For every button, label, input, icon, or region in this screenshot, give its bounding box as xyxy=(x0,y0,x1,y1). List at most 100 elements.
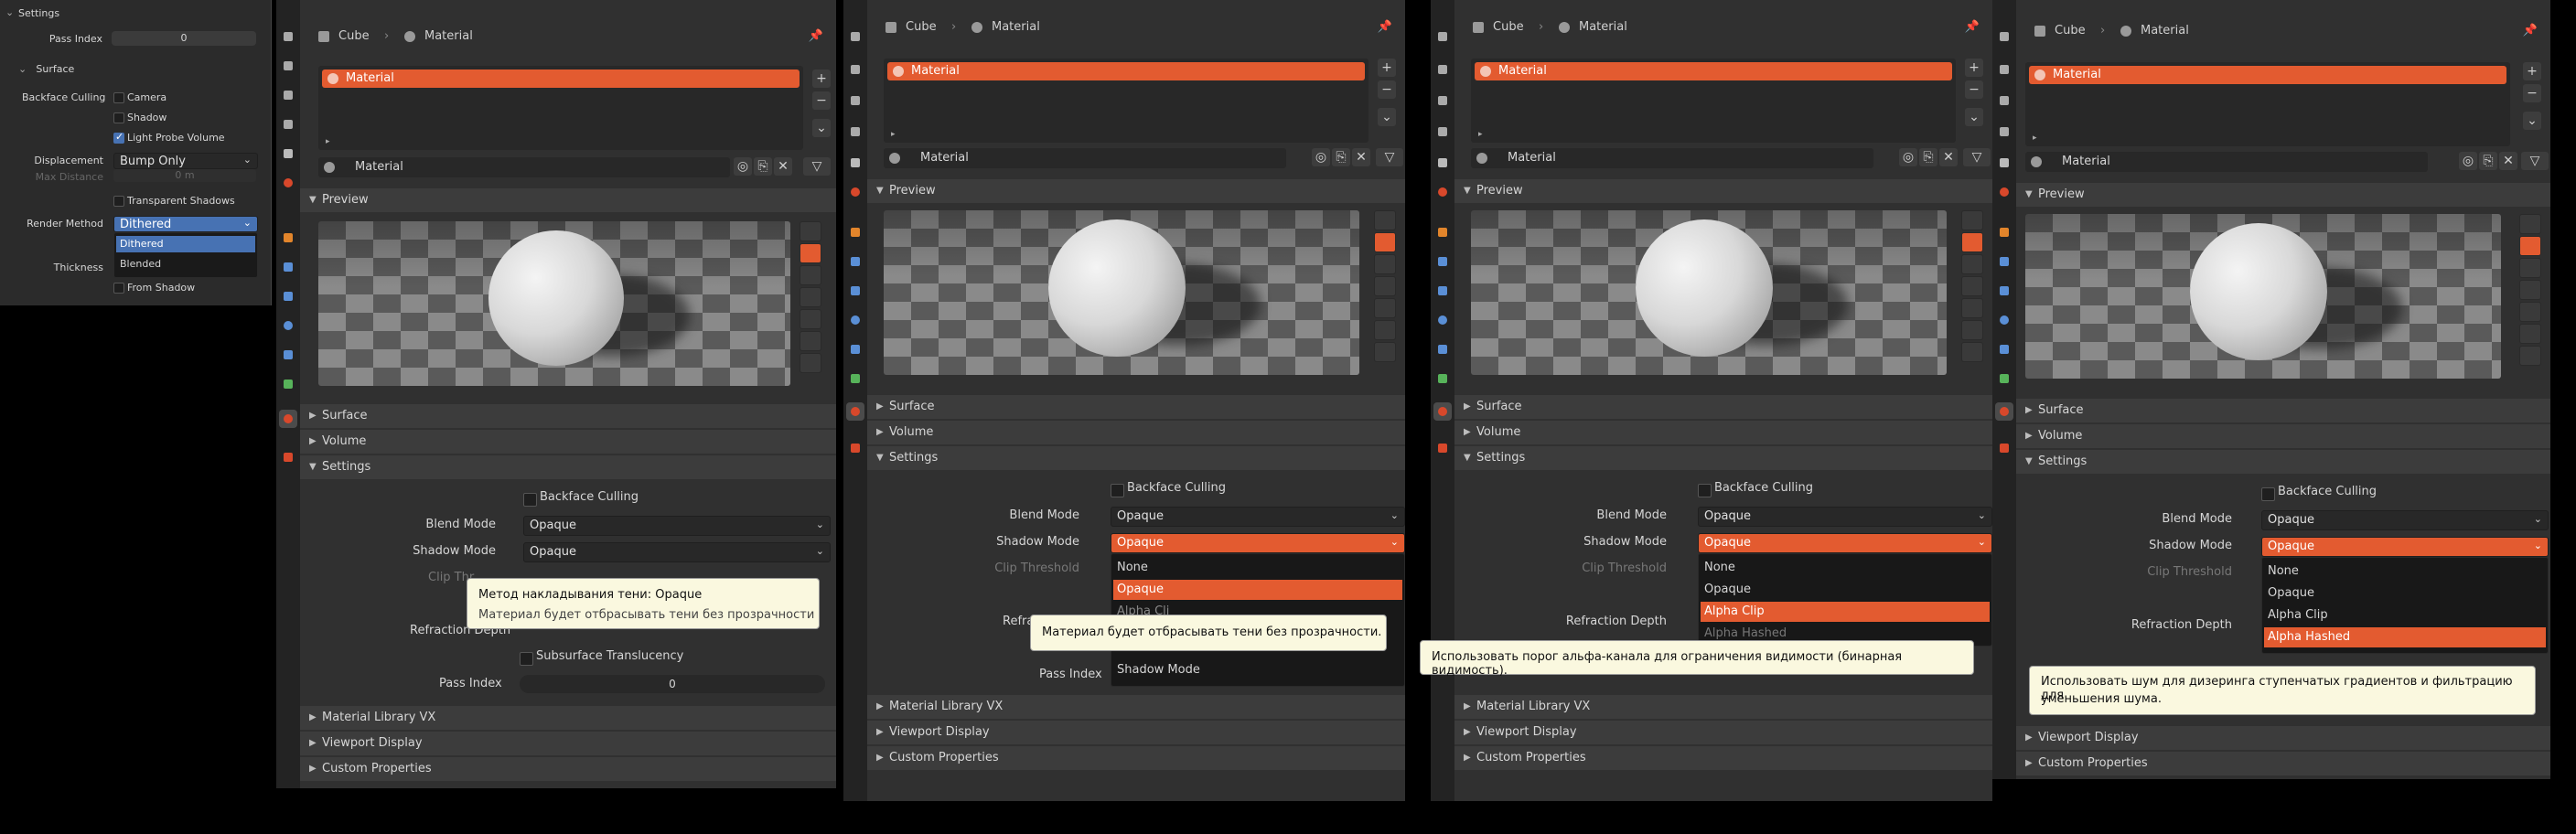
expand-arrow-icon[interactable]: ▸ xyxy=(326,137,330,146)
light-probe-checkbox[interactable] xyxy=(113,131,124,144)
pin-icon[interactable]: 📌 xyxy=(2523,24,2538,37)
settings-header[interactable]: ⌄ Settings xyxy=(0,5,271,23)
material-selector[interactable]: Material xyxy=(1471,148,1873,168)
unlink-button[interactable]: ✕ xyxy=(1352,148,1370,166)
data-tab-icon[interactable] xyxy=(279,375,297,393)
settings-header[interactable]: ▼ Settings xyxy=(2016,450,2550,474)
pin-icon[interactable]: 📌 xyxy=(1965,20,1980,34)
material-library-header[interactable]: ▶ Material Library VX xyxy=(867,695,1405,719)
constraints-tab-icon[interactable] xyxy=(1433,340,1452,358)
custom-properties-header[interactable]: ▶ Custom Properties xyxy=(300,757,836,781)
menu-item-none[interactable]: None xyxy=(1113,558,1402,578)
view-layer-tab-icon[interactable] xyxy=(846,123,864,141)
remove-slot-button[interactable]: − xyxy=(1378,80,1396,99)
material-tab-icon[interactable] xyxy=(1433,402,1452,421)
expand-arrow-icon[interactable]: ▸ xyxy=(2033,134,2037,143)
material-browse-icon[interactable] xyxy=(2031,156,2042,167)
data-tab-icon[interactable] xyxy=(1433,369,1452,388)
output-tab-icon[interactable] xyxy=(846,91,864,110)
material-tab-icon[interactable] xyxy=(279,410,297,428)
displacement-dropdown[interactable]: Bump Only ⌄ xyxy=(113,153,258,169)
material-slot-list[interactable]: Material ▸ xyxy=(1471,59,1956,143)
fluid-preview-icon[interactable] xyxy=(2519,346,2541,366)
filter-button[interactable]: ▽ xyxy=(803,157,831,176)
menu-item-opaque[interactable]: Opaque xyxy=(1701,580,1990,600)
monkey-preview-icon[interactable] xyxy=(1961,298,1983,318)
material-slot-list[interactable]: Material ▸ xyxy=(318,66,803,150)
menu-item-none[interactable]: None xyxy=(1701,558,1990,578)
texture-tab-icon[interactable] xyxy=(1433,439,1452,457)
hair-preview-icon[interactable] xyxy=(2519,280,2541,300)
constraints-tab-icon[interactable] xyxy=(1995,340,2013,358)
flat-preview-icon[interactable] xyxy=(800,221,821,241)
custom-properties-header[interactable]: ▶ Custom Properties xyxy=(1454,746,1992,770)
particles-tab-icon[interactable] xyxy=(1433,282,1452,300)
duplicate-button[interactable]: ⎘ xyxy=(1332,148,1350,166)
texture-tab-icon[interactable] xyxy=(279,448,297,466)
view-layer-tab-icon[interactable] xyxy=(279,115,297,134)
slot-menu-button[interactable]: ⌄ xyxy=(812,119,831,137)
surface-header[interactable]: ▶ Surface xyxy=(1454,395,1992,419)
slot-menu-button[interactable]: ⌄ xyxy=(1965,108,1983,126)
shadow-mode-dropdown[interactable]: Opaque ⌄ xyxy=(523,542,831,562)
add-slot-button[interactable]: + xyxy=(1378,59,1396,77)
duplicate-button[interactable]: ⎘ xyxy=(754,157,772,176)
settings-header[interactable]: ▼ Settings xyxy=(867,446,1405,470)
surface-subheader[interactable]: ⌄ Surface xyxy=(18,62,74,76)
world-tab-icon[interactable] xyxy=(279,174,297,192)
output-tab-icon[interactable] xyxy=(279,86,297,104)
menu-item-alpha-clip[interactable]: Alpha Clip xyxy=(2264,605,2546,626)
cloth-preview-icon[interactable] xyxy=(1961,320,1983,340)
cube-preview-icon[interactable] xyxy=(1374,254,1396,274)
expand-arrow-icon[interactable]: ▸ xyxy=(891,130,896,139)
menu-item-dithered[interactable]: Dithered xyxy=(116,236,255,252)
tool-tab-icon[interactable] xyxy=(279,27,297,46)
monkey-preview-icon[interactable] xyxy=(2519,302,2541,322)
preview-header[interactable]: ▼ Preview xyxy=(867,179,1405,203)
shadow-mode-dropdown[interactable]: Opaque ⌄ xyxy=(2261,537,2549,557)
menu-item-blended[interactable]: Blended xyxy=(116,256,255,273)
view-layer-tab-icon[interactable] xyxy=(1433,123,1452,141)
tool-tab-icon[interactable] xyxy=(846,27,864,46)
volume-header[interactable]: ▶ Volume xyxy=(300,430,836,454)
fake-user-button[interactable]: ◎ xyxy=(2459,152,2477,170)
tool-tab-icon[interactable] xyxy=(1995,27,2013,46)
cloth-preview-icon[interactable] xyxy=(2519,324,2541,344)
from-shadow-checkbox[interactable] xyxy=(113,283,124,294)
material-slot-list[interactable]: Material ▸ xyxy=(884,59,1368,143)
physics-tab-icon[interactable] xyxy=(279,316,297,335)
particles-tab-icon[interactable] xyxy=(846,282,864,300)
unlink-button[interactable]: ✕ xyxy=(774,157,792,176)
viewport-display-header-2[interactable]: ▶ Viewport Display xyxy=(1454,721,1992,744)
modifier-tab-icon[interactable] xyxy=(1433,252,1452,271)
surface-header[interactable]: ▶ Surface xyxy=(300,404,836,428)
menu-item-opaque[interactable]: Opaque xyxy=(1113,580,1402,600)
preview-header[interactable]: ▼ Preview xyxy=(1454,179,1992,203)
cube-preview-icon[interactable] xyxy=(2519,258,2541,278)
scene-tab-icon[interactable] xyxy=(1433,154,1452,172)
subsurface-checkbox[interactable] xyxy=(520,652,533,666)
add-slot-button[interactable]: + xyxy=(1965,59,1983,77)
material-tab-icon[interactable] xyxy=(1995,402,2013,421)
blend-mode-dropdown[interactable]: Opaque ⌄ xyxy=(1698,507,1992,527)
fake-user-button[interactable]: ◎ xyxy=(1312,148,1330,166)
shadow-mode-dropdown[interactable]: Opaque ⌄ xyxy=(1698,533,1992,553)
fluid-preview-icon[interactable] xyxy=(800,353,821,373)
duplicate-button[interactable]: ⎘ xyxy=(1919,148,1937,166)
output-tab-icon[interactable] xyxy=(1433,91,1452,110)
viewport-display-header[interactable]: ▶ Viewport Display xyxy=(300,732,836,755)
custom-properties-header[interactable]: ▶ Custom Properties xyxy=(867,746,1405,770)
filter-button[interactable]: ▽ xyxy=(1376,148,1403,166)
transparent-shadows-checkbox[interactable] xyxy=(113,196,124,207)
pass-index-field[interactable]: 0 xyxy=(520,675,825,693)
tool-tab-icon[interactable] xyxy=(1433,27,1452,46)
render-method-dropdown[interactable]: Dithered ⌄ xyxy=(113,216,258,232)
fluid-preview-icon[interactable] xyxy=(1961,342,1983,362)
blend-mode-dropdown[interactable]: Opaque ⌄ xyxy=(2261,510,2549,530)
fake-user-button[interactable]: ◎ xyxy=(1899,148,1917,166)
material-slot-item[interactable]: Material xyxy=(322,70,800,88)
slot-menu-button[interactable]: ⌄ xyxy=(1378,108,1396,126)
hair-preview-icon[interactable] xyxy=(800,287,821,307)
hair-preview-icon[interactable] xyxy=(1374,276,1396,296)
scene-tab-icon[interactable] xyxy=(279,144,297,163)
